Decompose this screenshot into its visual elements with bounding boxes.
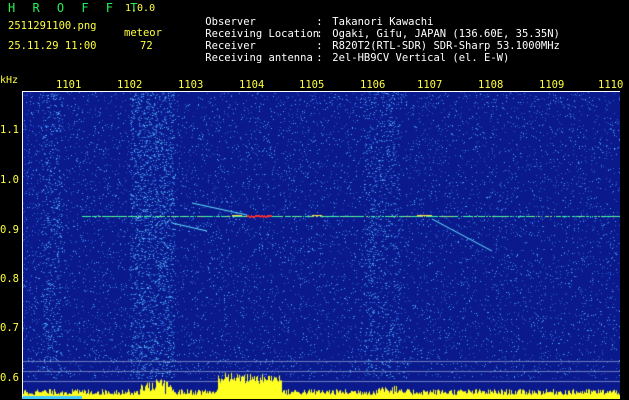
x-tick-label: 1101 [56,79,82,91]
spectrogram-plot [22,91,620,399]
x-tick-label: 1102 [117,79,143,91]
date-time: 25.11.29 11:00 [8,40,97,52]
y-tick-label: 1.1 [0,124,19,136]
y-tick-label: 1.0 [0,174,19,186]
spectrogram-canvas [22,91,620,399]
y-tick-label: 0.9 [0,224,19,236]
x-tick-label: 1105 [299,79,325,91]
x-tick-label: 1109 [539,79,565,91]
file-name: 2511291100.png [8,20,97,32]
info-value: 2el-HB9CV Vertical (el. E-W) [332,52,510,64]
y-tick-label: 0.8 [0,273,19,285]
app-version: 1.0.0 [125,3,156,14]
x-tick-label: 1104 [239,79,265,91]
y-axis-unit: kHz [0,75,19,86]
x-tick-label: 1107 [417,79,443,91]
y-tick-label: 0.6 [0,372,19,384]
y-tick-label: 0.7 [0,322,19,334]
info-antenna: Receiving antenna:2el-HB9CV Vertical (el… [180,40,509,76]
x-tick-label: 1110 [598,79,624,91]
info-colon: : [316,52,323,64]
app-title: H R O F F T [8,1,143,15]
x-tick-label: 1103 [178,79,204,91]
x-tick-label: 1108 [478,79,504,91]
meteor-count: 72 [140,40,153,52]
x-tick-label: 1106 [360,79,386,91]
meteor-label: meteor [124,27,162,39]
header-panel: H R O F F T 1.0.0 2511291100.png 25.11.2… [0,0,629,73]
info-key: Receiving antenna [205,52,313,64]
